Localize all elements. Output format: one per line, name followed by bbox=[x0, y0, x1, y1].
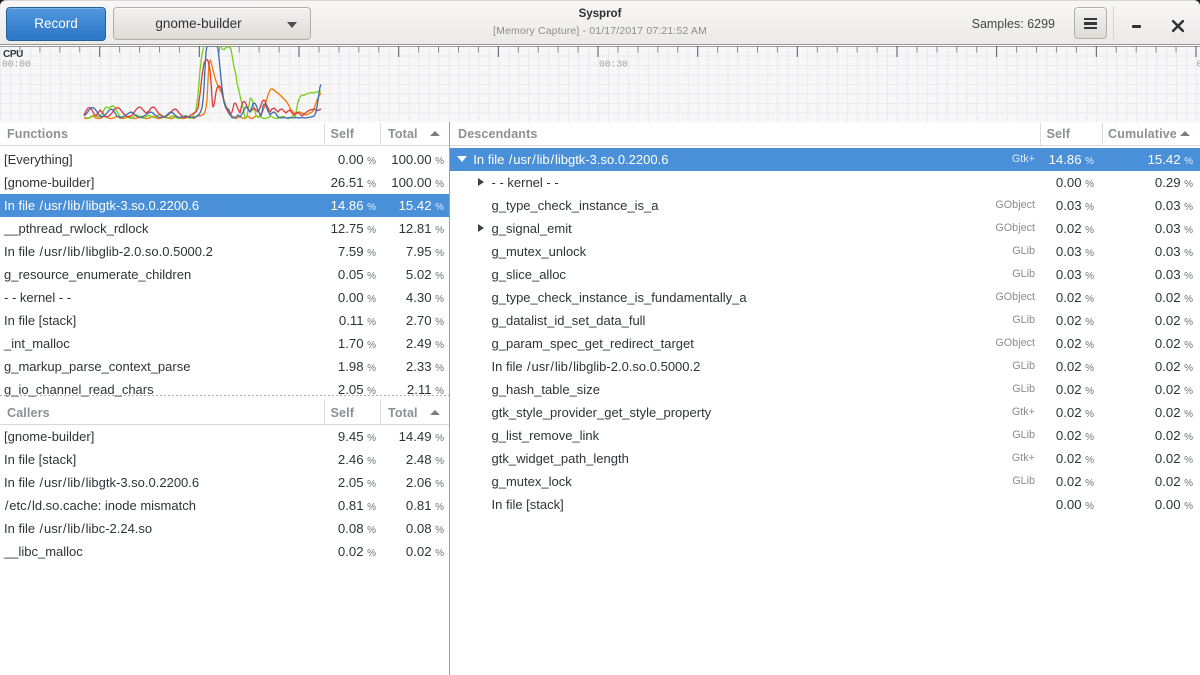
svg-text:00:30: 00:30 bbox=[599, 59, 628, 70]
svg-text:00:00: 00:00 bbox=[2, 59, 31, 70]
svg-text:01:00: 01:00 bbox=[1197, 59, 1200, 70]
